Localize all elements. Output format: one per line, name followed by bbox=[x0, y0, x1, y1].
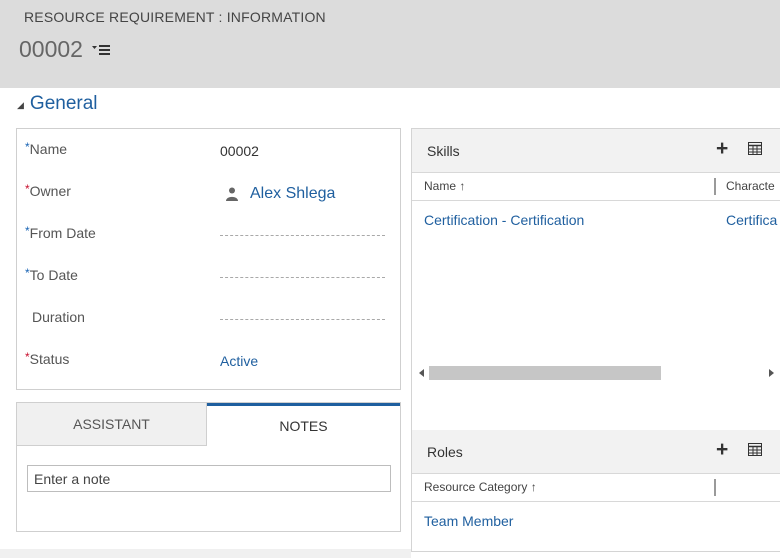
roles-column-headers: Resource Category ↑ bbox=[412, 474, 780, 502]
skills-grid-header: Skills + bbox=[412, 129, 780, 173]
field-status-row: *Status Active bbox=[17, 339, 400, 381]
skills-cell-characteristic[interactable]: Certifica bbox=[726, 212, 777, 228]
business-required-marker: * bbox=[25, 140, 30, 154]
column-separator[interactable] bbox=[714, 479, 716, 496]
scrollbar-thumb[interactable] bbox=[429, 366, 661, 380]
business-required-marker: * bbox=[25, 266, 30, 280]
roles-grid-header: Roles + bbox=[412, 430, 780, 474]
status-value[interactable]: Active bbox=[220, 353, 258, 369]
skills-column-characteristic[interactable]: Characte bbox=[726, 179, 775, 193]
duration-input[interactable] bbox=[220, 319, 385, 320]
skills-cell-name[interactable]: Certification - Certification bbox=[424, 212, 584, 228]
field-label-status-text: Status bbox=[29, 351, 70, 367]
field-label-status: *Status bbox=[25, 350, 70, 367]
skills-column-name[interactable]: Name ↑ bbox=[424, 179, 465, 193]
field-owner-row: *Owner Alex Shlega bbox=[17, 171, 400, 213]
tab-notes[interactable]: NOTES bbox=[207, 403, 400, 445]
business-required-marker: * bbox=[25, 224, 30, 238]
general-form: *Name 00002 *Owner Alex Shlega *From Dat… bbox=[16, 128, 401, 390]
field-label-owner-text: Owner bbox=[29, 183, 71, 199]
roles-cell-resource-category[interactable]: Team Member bbox=[424, 513, 513, 529]
collapse-triangle-icon: ◢ bbox=[17, 100, 24, 110]
skills-roles-panel: Skills + Name ↑ Characte Certification -… bbox=[411, 128, 780, 552]
add-role-plus-icon[interactable]: + bbox=[716, 439, 728, 461]
field-label-to-date: *To Date bbox=[25, 266, 78, 283]
activity-tabs: ASSISTANT NOTES bbox=[16, 402, 401, 532]
tab-divider bbox=[17, 445, 207, 446]
section-general-header[interactable]: ◢ General bbox=[17, 93, 98, 115]
field-from-date-row: *From Date bbox=[17, 213, 400, 255]
add-skill-plus-icon[interactable]: + bbox=[716, 138, 728, 160]
roles-column-resource-category[interactable]: Resource Category ↑ bbox=[424, 480, 537, 494]
column-separator[interactable] bbox=[714, 178, 716, 195]
skills-grid-title: Skills bbox=[427, 143, 460, 159]
field-label-from-date: *From Date bbox=[25, 224, 96, 241]
footer-band bbox=[0, 549, 411, 558]
field-label-owner: *Owner bbox=[25, 182, 71, 199]
field-label-to-date-text: To Date bbox=[29, 267, 78, 283]
required-marker: * bbox=[25, 182, 30, 196]
skills-column-headers: Name ↑ Characte bbox=[412, 173, 780, 201]
skills-horizontal-scrollbar[interactable] bbox=[415, 365, 778, 381]
note-input[interactable] bbox=[27, 465, 391, 492]
scroll-right-icon[interactable] bbox=[769, 369, 774, 377]
owner-lookup: Alex Shlega bbox=[226, 185, 335, 203]
from-date-input[interactable] bbox=[220, 235, 385, 236]
section-title: General bbox=[29, 93, 98, 114]
grid-view-icon[interactable] bbox=[748, 142, 762, 155]
field-label-name: *Name bbox=[25, 140, 68, 157]
field-name-row: *Name 00002 bbox=[17, 129, 400, 171]
owner-link[interactable]: Alex Shlega bbox=[250, 185, 335, 203]
roles-grid-title: Roles bbox=[427, 444, 463, 460]
grid-view-icon[interactable] bbox=[748, 443, 762, 456]
required-marker: * bbox=[25, 350, 30, 364]
record-title: 00002 bbox=[19, 36, 83, 62]
field-label-from-date-text: From Date bbox=[29, 225, 96, 241]
user-icon bbox=[226, 187, 238, 201]
field-value-name[interactable]: 00002 bbox=[220, 143, 259, 159]
tab-assistant[interactable]: ASSISTANT bbox=[17, 403, 207, 445]
list-menu-icon[interactable] bbox=[92, 42, 110, 56]
field-label-duration: Duration bbox=[32, 309, 85, 325]
entity-type-label: RESOURCE REQUIREMENT : INFORMATION bbox=[24, 9, 326, 25]
to-date-input[interactable] bbox=[220, 277, 385, 278]
scroll-left-icon[interactable] bbox=[419, 369, 424, 377]
field-duration-row: Duration bbox=[17, 297, 400, 339]
form-header: RESOURCE REQUIREMENT : INFORMATION 00002 bbox=[0, 0, 780, 88]
field-to-date-row: *To Date bbox=[17, 255, 400, 297]
field-label-name-text: Name bbox=[29, 141, 68, 157]
